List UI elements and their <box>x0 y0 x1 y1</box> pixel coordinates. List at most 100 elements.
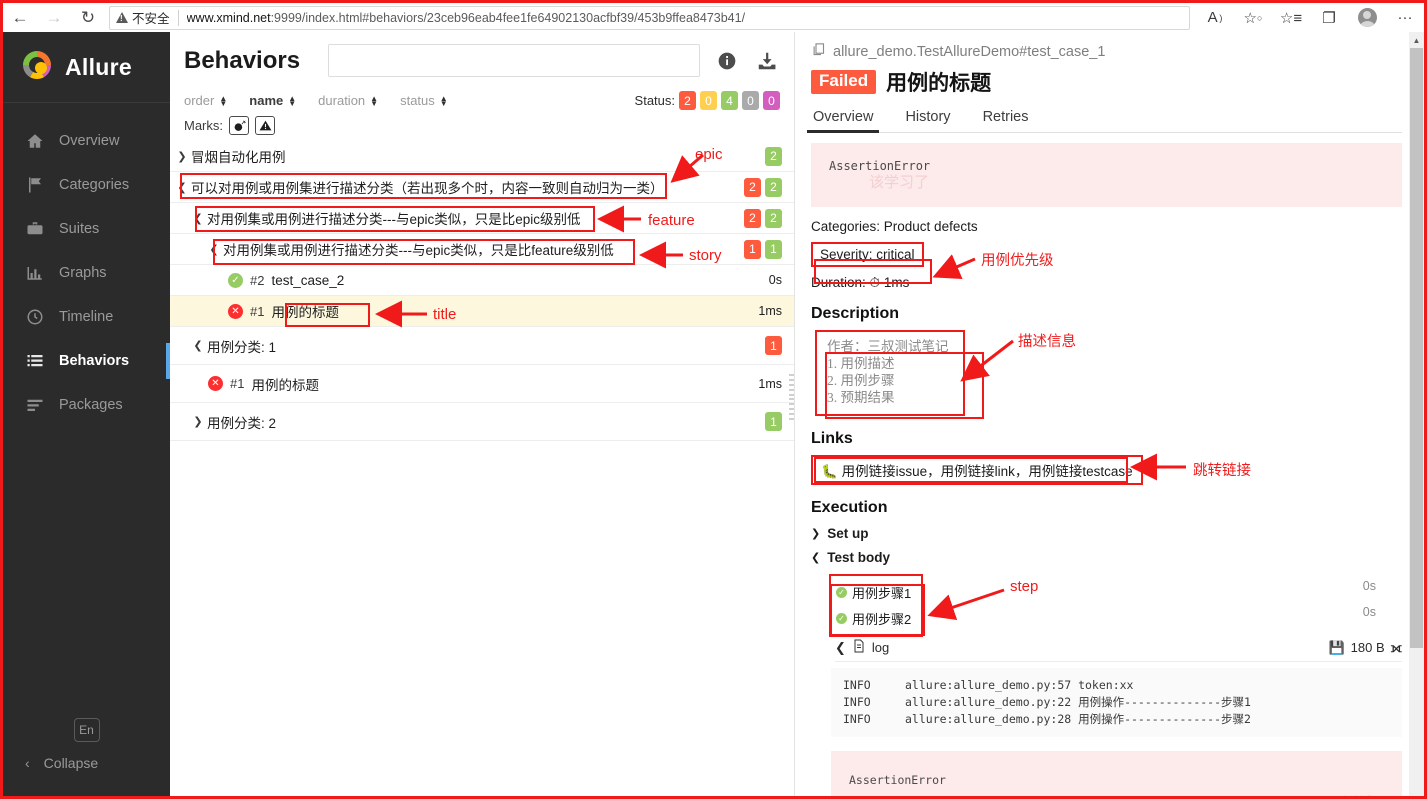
home-icon <box>25 131 45 151</box>
sorter-label: status <box>400 93 435 108</box>
log-line: INFO allure:allure_demo.py:57 token:xx <box>843 677 1390 694</box>
test-number: #1 <box>230 376 245 391</box>
brand[interactable]: Allure <box>3 32 170 103</box>
status-summary: Status: 2 0 4 0 0 <box>635 91 780 110</box>
setup-section-header[interactable]: ❯ Set up <box>811 526 1402 541</box>
tree-row-test[interactable]: ✓ #2 test_case_2 0s <box>170 265 794 296</box>
step-row[interactable]: ✓ 用例步骤1 <box>836 579 911 605</box>
testbody-section-header[interactable]: ❮ Test body <box>811 550 1402 565</box>
sidebar-item-suites[interactable]: Suites <box>3 207 170 251</box>
collapse-button[interactable]: ‹ Collapse <box>3 748 170 778</box>
save-icon[interactable]: 💾 <box>1328 640 1344 656</box>
sidebar-item-behaviors[interactable]: Behaviors <box>3 339 170 383</box>
sorter-name[interactable]: name ▲ ▼ <box>249 93 296 108</box>
add-favorite-icon[interactable]: ☆ ○ <box>1234 3 1272 32</box>
detail-tabs: Overview History Retries <box>806 105 1402 133</box>
scroll-up-arrow-icon[interactable]: ▲ <box>1409 32 1424 48</box>
copy-icon[interactable] <box>811 42 826 61</box>
sidebar-item-label: Packages <box>59 397 123 413</box>
warning-triangle-icon[interactable] <box>255 116 275 135</box>
log-line: INFO allure:allure_demo.py:28 用例操作-------… <box>843 711 1390 728</box>
tree-row[interactable]: ❯ 冒烟自动化用例 2 <box>170 141 794 172</box>
tree-row-test[interactable]: ✕ #1 用例的标题 1ms <box>170 365 794 403</box>
chevron-right-icon[interactable]: ❯ <box>176 150 188 163</box>
address-bar[interactable]: 不安全 www.xmind.net:9999/index.html#behavi… <box>109 5 1190 30</box>
tree-row[interactable]: ❮ 可以对用例或用例集进行描述分类（若出现多个时，内容一致则自动归为一类） 2 … <box>170 172 794 203</box>
chevron-left-icon: ‹ <box>25 755 30 771</box>
sidebar-item-label: Suites <box>59 221 100 237</box>
favorites-icon[interactable]: ☆≡ <box>1272 3 1310 32</box>
info-icon[interactable] <box>714 48 740 74</box>
tree-row-meta: 1ms <box>748 377 782 391</box>
clock-icon: ⏱ <box>869 275 881 290</box>
sidebar-item-timeline[interactable]: Timeline <box>3 295 170 339</box>
tree-row[interactable]: ❮ 对用例集或用例进行描述分类---与epic类似，只是比feature级别低 … <box>170 234 794 265</box>
passed-status-icon: ✓ <box>228 272 243 288</box>
chevron-right-icon[interactable]: ❯ <box>192 415 204 428</box>
log-attachment-header[interactable]: ❮ log 💾 180 B ⟗ <box>835 639 1402 662</box>
detail-scrollbar[interactable]: ▲ <box>1409 32 1424 796</box>
status-badge-skipped[interactable]: 0 <box>742 91 759 110</box>
clock-icon <box>25 307 45 327</box>
status-badge-broken[interactable]: 0 <box>700 91 717 110</box>
sidebar-footer: En ‹ Collapse <box>3 718 170 796</box>
back-arrow-icon[interactable]: ← <box>3 3 37 32</box>
tab-retries[interactable]: Retries <box>981 105 1031 132</box>
log-body: INFO allure:allure_demo.py:57 token:xx IN… <box>831 668 1402 737</box>
collections-icon[interactable]: ❐ <box>1310 3 1348 32</box>
fullscreen-icon[interactable]: ⟗ <box>1391 640 1402 656</box>
flaky-bomb-icon[interactable] <box>229 116 249 135</box>
read-aloud-icon[interactable]: A ) <box>1196 3 1234 32</box>
language-button[interactable]: En <box>73 718 100 742</box>
chevron-down-icon[interactable]: ❮ <box>192 212 204 225</box>
insecure-indicator[interactable]: 不安全 <box>116 8 170 27</box>
reload-icon[interactable]: ↻ <box>71 3 105 32</box>
links-box[interactable]: 🐛 用例链接issue，用例链接link，用例链接testcase <box>811 455 1143 485</box>
status-badge-failed[interactable]: 2 <box>679 91 696 110</box>
tree-row-test-selected[interactable]: ✕ #1 用例的标题 1ms <box>170 296 794 327</box>
chevron-right-icon: ❯ <box>811 528 821 540</box>
url-host: www.xmind.net <box>186 10 271 25</box>
tab-history[interactable]: History <box>903 105 952 132</box>
forward-arrow-icon[interactable]: → <box>37 3 71 32</box>
test-number: #1 <box>250 303 265 319</box>
execution-heading: Execution <box>811 499 888 516</box>
tab-overview[interactable]: Overview <box>806 105 880 133</box>
profile-avatar[interactable] <box>1348 3 1386 32</box>
count-badge-failed: 2 <box>744 208 761 228</box>
tree-row[interactable]: ❯ 用例分类: 2 1 <box>170 403 794 441</box>
sidebar-item-categories[interactable]: Categories <box>3 163 170 207</box>
status-badge-passed[interactable]: 4 <box>721 91 738 110</box>
chevron-down-icon[interactable]: ❮ <box>192 339 204 352</box>
sidebar: Allure Overview Categories Suites Graphs… <box>3 32 170 796</box>
browser-toolbar: ← → ↻ 不安全 www.xmind.net:9999/index.html#… <box>3 3 1424 32</box>
sorter-duration[interactable]: duration ▲ ▼ <box>318 93 378 108</box>
sidebar-item-overview[interactable]: Overview <box>3 119 170 163</box>
test-title: 用例的标题 <box>886 72 992 95</box>
status-label: Status: <box>634 93 675 108</box>
chevron-down-icon[interactable]: ❮ <box>176 181 188 194</box>
step-row[interactable]: ✓ 用例步骤2 <box>836 605 911 631</box>
chevron-down-icon[interactable]: ❮ <box>208 243 220 256</box>
download-icon[interactable] <box>754 48 780 74</box>
search-input[interactable] <box>328 44 700 77</box>
tree-row[interactable]: ❮ 对用例集或用例进行描述分类---与epic类似，只是比epic级别低 2 2 <box>170 203 794 234</box>
log-label: log <box>871 640 890 655</box>
app-body: Allure Overview Categories Suites Graphs… <box>3 32 1424 796</box>
test-full-name-row[interactable]: allure_demo.TestAllureDemo#test_case_1 <box>811 42 1402 61</box>
tree-row[interactable]: ❮ 用例分类: 1 1 <box>170 327 794 365</box>
sorter-status[interactable]: status ▲ ▼ <box>400 93 448 108</box>
scrollbar-thumb[interactable] <box>1410 48 1423 648</box>
sidebar-item-packages[interactable]: Packages <box>3 383 170 427</box>
sidebar-item-label: Overview <box>59 133 120 149</box>
bar-chart-icon <box>25 263 45 283</box>
categories-line: Categories: Product defects <box>811 219 978 234</box>
tree-row-label: 冒烟自动化用例 <box>191 150 286 165</box>
more-options-icon[interactable]: ··· <box>1386 3 1424 32</box>
status-badge: Failed <box>811 70 877 94</box>
status-badge-unknown[interactable]: 0 <box>763 91 780 110</box>
pane-resize-handle[interactable] <box>788 372 795 422</box>
sidebar-item-graphs[interactable]: Graphs <box>3 251 170 295</box>
sorter-order[interactable]: order ▲ ▼ <box>184 93 227 108</box>
tree-row-meta: 0s <box>759 273 782 287</box>
